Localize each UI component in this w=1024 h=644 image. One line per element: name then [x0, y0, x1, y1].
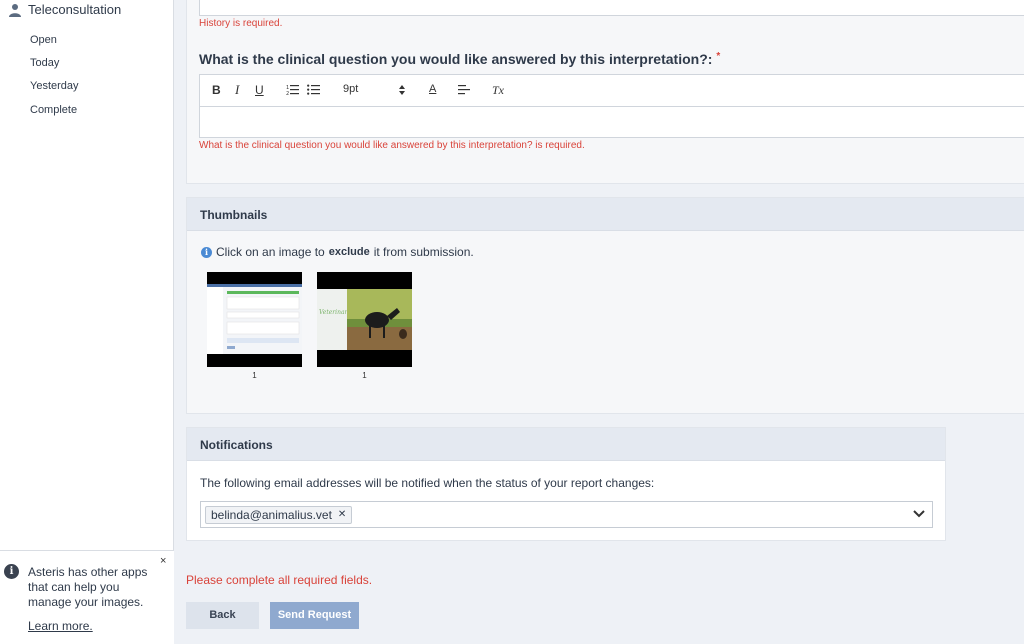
sidebar: Teleconsultation Open Today Yesterday Co…: [0, 0, 174, 644]
form-error-message: Please complete all required fields.: [186, 573, 373, 587]
learn-more-link[interactable]: Learn more.: [28, 619, 93, 633]
sidebar-section-teleconsultation[interactable]: Teleconsultation: [8, 2, 121, 17]
email-tag: belinda@animalius.vet ✕: [205, 506, 353, 524]
font-size-updown-icon[interactable]: [399, 85, 405, 95]
thumbnails-panel: Thumbnails i Click on an image to exclud…: [186, 197, 1024, 414]
clinical-question-error: What is the clinical question you would …: [199, 140, 585, 151]
email-recipients-select[interactable]: belinda@animalius.vet ✕: [200, 501, 933, 528]
font-size-select[interactable]: 9pt: [343, 83, 358, 95]
thumbnail-image-photo[interactable]: Veterinary: [317, 272, 412, 367]
thumbnail-screenshot-graphic: [207, 272, 302, 367]
sidebar-item-today[interactable]: Today: [30, 57, 59, 69]
required-mark: *: [716, 51, 721, 62]
close-icon[interactable]: ×: [160, 555, 166, 567]
sidebar-item-yesterday[interactable]: Yesterday: [30, 80, 79, 92]
notifications-panel: Notifications The following email addres…: [186, 427, 946, 541]
svg-text:Veterinary: Veterinary: [319, 309, 351, 316]
history-error: History is required.: [199, 18, 283, 29]
sidebar-title: Teleconsultation: [28, 2, 122, 17]
clinical-question-editor: B I U 1 2 9pt A Tx: [199, 74, 1024, 138]
clear-format-button[interactable]: Tx: [492, 83, 504, 98]
back-button[interactable]: Back: [186, 602, 259, 629]
history-field[interactable]: [199, 0, 1024, 16]
notifications-title: Notifications: [200, 438, 273, 452]
thumbnail-image-screenshot[interactable]: [207, 272, 302, 367]
notifications-description: The following email addresses will be no…: [200, 476, 655, 490]
clinical-question-text: What is the clinical question you would …: [199, 51, 713, 67]
bullet-list-icon[interactable]: [307, 84, 320, 96]
remove-email-icon[interactable]: ✕: [338, 507, 346, 523]
thumbnails-hint: i Click on an image to exclude it from s…: [201, 245, 474, 259]
info-icon: i: [4, 564, 19, 579]
sidebar-item-complete[interactable]: Complete: [30, 104, 77, 116]
thumbnail-photo-graphic: Veterinary: [317, 272, 412, 367]
chevron-down-icon[interactable]: [912, 507, 926, 521]
email-tag-label: belinda@animalius.vet: [211, 508, 332, 522]
doctor-icon: [9, 3, 21, 17]
ordered-list-icon[interactable]: 1 2: [286, 84, 299, 96]
thumbnails-title: Thumbnails: [200, 208, 268, 222]
svg-text:2: 2: [286, 91, 289, 96]
apps-promo: i Asteris has other apps that can help y…: [0, 550, 174, 644]
hint-text-end: it from submission.: [373, 245, 474, 259]
underline-button[interactable]: U: [255, 83, 264, 97]
thumbnails-header: Thumbnails: [187, 198, 1024, 231]
promo-text: Asteris has other apps that can help you…: [28, 565, 148, 609]
hint-text-bold: exclude: [328, 246, 370, 258]
hint-text-start: Click on an image to: [216, 245, 325, 259]
notifications-header: Notifications: [187, 428, 945, 461]
thumbnail-caption: 1: [252, 371, 257, 380]
send-request-button[interactable]: Send Request: [270, 602, 359, 629]
text-color-button[interactable]: A: [429, 83, 436, 95]
editor-toolbar: B I U 1 2 9pt A Tx: [200, 75, 1024, 107]
bold-button[interactable]: B: [212, 83, 221, 97]
align-left-icon[interactable]: [458, 84, 470, 96]
info-icon: i: [201, 246, 212, 258]
thumbnail-caption: 1: [362, 371, 367, 380]
clinical-question-label: What is the clinical question you would …: [199, 51, 720, 67]
sidebar-item-open[interactable]: Open: [30, 34, 57, 46]
italic-button[interactable]: I: [235, 82, 239, 98]
